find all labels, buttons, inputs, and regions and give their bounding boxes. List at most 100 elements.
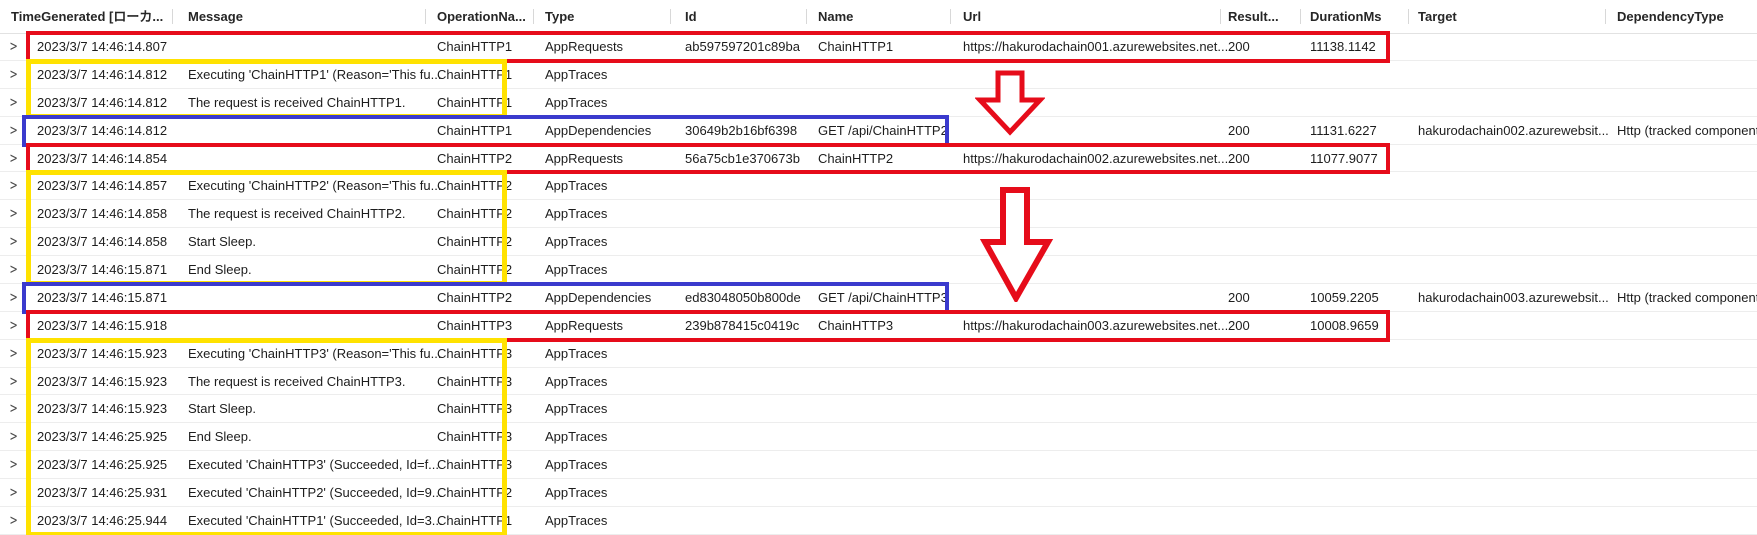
cell-type: AppTraces bbox=[545, 228, 607, 256]
expand-chevron-icon[interactable]: > bbox=[10, 503, 17, 535]
cell-name: GET /api/ChainHTTP3 bbox=[818, 284, 948, 312]
cell-operation: ChainHTTP1 bbox=[437, 507, 512, 535]
cell-type: AppTraces bbox=[545, 451, 607, 479]
cell-time: 2023/3/7 14:46:15.918 bbox=[37, 312, 167, 340]
table-row[interactable]: >2023/3/7 14:46:15.871ChainHTTP2AppDepen… bbox=[0, 284, 1757, 312]
table-row[interactable]: >2023/3/7 14:46:25.944Executed 'ChainHTT… bbox=[0, 507, 1757, 535]
cell-time: 2023/3/7 14:46:14.858 bbox=[37, 228, 167, 256]
cell-type: AppTraces bbox=[545, 340, 607, 368]
cell-type: AppRequests bbox=[545, 145, 623, 173]
cell-operation: ChainHTTP2 bbox=[437, 145, 512, 173]
cell-operation: ChainHTTP3 bbox=[437, 368, 512, 396]
cell-result: 200 bbox=[1228, 117, 1250, 145]
cell-time: 2023/3/7 14:46:14.807 bbox=[37, 33, 167, 61]
table-row[interactable]: >2023/3/7 14:46:14.857Executing 'ChainHT… bbox=[0, 172, 1757, 200]
column-header-time[interactable]: TimeGenerated [ローカ... bbox=[11, 0, 163, 33]
cell-type: AppRequests bbox=[545, 312, 623, 340]
cell-operation: ChainHTTP2 bbox=[437, 228, 512, 256]
cell-duration: 11077.9077 bbox=[1310, 145, 1378, 173]
column-header-id[interactable]: Id bbox=[685, 0, 697, 33]
cell-time: 2023/3/7 14:46:15.923 bbox=[37, 368, 167, 396]
cell-type: AppTraces bbox=[545, 61, 607, 89]
cell-target: hakurodachain002.azurewebsit... bbox=[1418, 117, 1609, 145]
column-separator bbox=[172, 9, 173, 24]
cell-result: 200 bbox=[1228, 145, 1250, 173]
cell-operation: ChainHTTP2 bbox=[437, 200, 512, 228]
table-row[interactable]: >2023/3/7 14:46:14.812The request is rec… bbox=[0, 89, 1757, 117]
cell-operation: ChainHTTP2 bbox=[437, 256, 512, 284]
column-header-name[interactable]: Name bbox=[818, 0, 853, 33]
cell-type: AppTraces bbox=[545, 200, 607, 228]
cell-type: AppTraces bbox=[545, 172, 607, 200]
column-header-target[interactable]: Target bbox=[1418, 0, 1457, 33]
table-row[interactable]: >2023/3/7 14:46:14.812Executing 'ChainHT… bbox=[0, 61, 1757, 89]
column-separator bbox=[670, 9, 671, 24]
column-header-operation[interactable]: OperationNa... bbox=[437, 0, 526, 33]
cell-message: Start Sleep. bbox=[188, 228, 256, 256]
cell-type: AppTraces bbox=[545, 256, 607, 284]
cell-operation: ChainHTTP3 bbox=[437, 395, 512, 423]
cell-type: AppTraces bbox=[545, 507, 607, 535]
cell-time: 2023/3/7 14:46:15.923 bbox=[37, 395, 167, 423]
cell-type: AppTraces bbox=[545, 89, 607, 117]
cell-url: https://hakurodachain001.azurewebsites.n… bbox=[963, 33, 1228, 61]
cell-time: 2023/3/7 14:46:25.931 bbox=[37, 479, 167, 507]
cell-target: hakurodachain003.azurewebsit... bbox=[1418, 284, 1609, 312]
column-separator bbox=[806, 9, 807, 24]
cell-operation: ChainHTTP2 bbox=[437, 284, 512, 312]
cell-id: 56a75cb1e370673b bbox=[685, 145, 800, 173]
cell-message: The request is received ChainHTTP3. bbox=[188, 368, 405, 396]
cell-name: ChainHTTP2 bbox=[818, 145, 893, 173]
cell-message: The request is received ChainHTTP1. bbox=[188, 89, 405, 117]
cell-message: Executed 'ChainHTTP1' (Succeeded, Id=3..… bbox=[188, 507, 443, 535]
cell-type: AppTraces bbox=[545, 368, 607, 396]
column-header-type[interactable]: Type bbox=[545, 0, 574, 33]
cell-time: 2023/3/7 14:46:14.857 bbox=[37, 172, 167, 200]
cell-result: 200 bbox=[1228, 33, 1250, 61]
table-row[interactable]: >2023/3/7 14:46:15.923Start Sleep.ChainH… bbox=[0, 395, 1757, 423]
table-row[interactable]: >2023/3/7 14:46:14.858The request is rec… bbox=[0, 200, 1757, 228]
column-header-duration[interactable]: DurationMs bbox=[1310, 0, 1382, 33]
cell-type: AppDependencies bbox=[545, 117, 651, 145]
cell-time: 2023/3/7 14:46:25.944 bbox=[37, 507, 167, 535]
cell-duration: 10008.9659 bbox=[1310, 312, 1379, 340]
table-row[interactable]: >2023/3/7 14:46:14.858Start Sleep.ChainH… bbox=[0, 228, 1757, 256]
cell-deptype: Http (tracked component) bbox=[1617, 117, 1757, 145]
cell-name: GET /api/ChainHTTP2 bbox=[818, 117, 948, 145]
cell-duration: 11138.1142 bbox=[1310, 33, 1376, 61]
table-row[interactable]: >2023/3/7 14:46:25.925End Sleep.ChainHTT… bbox=[0, 423, 1757, 451]
table-row[interactable]: >2023/3/7 14:46:25.931Executed 'ChainHTT… bbox=[0, 479, 1757, 507]
table-row[interactable]: >2023/3/7 14:46:14.812ChainHTTP1AppDepen… bbox=[0, 117, 1757, 145]
table-row[interactable]: >2023/3/7 14:46:15.918ChainHTTP3AppReque… bbox=[0, 312, 1757, 340]
table-row[interactable]: >2023/3/7 14:46:15.871End Sleep.ChainHTT… bbox=[0, 256, 1757, 284]
cell-type: AppTraces bbox=[545, 423, 607, 451]
table-row[interactable]: >2023/3/7 14:46:14.807ChainHTTP1AppReque… bbox=[0, 33, 1757, 61]
column-header-deptype[interactable]: DependencyType bbox=[1617, 0, 1724, 33]
cell-operation: ChainHTTP2 bbox=[437, 172, 512, 200]
column-header-result[interactable]: Result... bbox=[1228, 0, 1279, 33]
log-analytics-results-grid: TimeGenerated [ローカ... Message OperationNa.… bbox=[0, 0, 1757, 535]
cell-message: The request is received ChainHTTP2. bbox=[188, 200, 405, 228]
table-row[interactable]: >2023/3/7 14:46:25.925Executed 'ChainHTT… bbox=[0, 451, 1757, 479]
column-header-url[interactable]: Url bbox=[963, 0, 981, 33]
column-header-message[interactable]: Message bbox=[188, 0, 243, 33]
column-separator bbox=[1220, 9, 1221, 24]
cell-time: 2023/3/7 14:46:14.812 bbox=[37, 117, 167, 145]
cell-id: 30649b2b16bf6398 bbox=[685, 117, 797, 145]
table-row[interactable]: >2023/3/7 14:46:14.854ChainHTTP2AppReque… bbox=[0, 145, 1757, 173]
cell-message: Executed 'ChainHTTP2' (Succeeded, Id=9..… bbox=[188, 479, 443, 507]
table-row[interactable]: >2023/3/7 14:46:15.923The request is rec… bbox=[0, 368, 1757, 396]
cell-time: 2023/3/7 14:46:25.925 bbox=[37, 423, 167, 451]
cell-operation: ChainHTTP1 bbox=[437, 117, 512, 145]
cell-duration: 11131.6227 bbox=[1310, 117, 1377, 145]
column-separator bbox=[1408, 9, 1409, 24]
table-row[interactable]: >2023/3/7 14:46:15.923Executing 'ChainHT… bbox=[0, 340, 1757, 368]
cell-name: ChainHTTP3 bbox=[818, 312, 893, 340]
column-separator bbox=[1300, 9, 1301, 24]
cell-time: 2023/3/7 14:46:14.854 bbox=[37, 145, 167, 173]
cell-time: 2023/3/7 14:46:15.871 bbox=[37, 284, 167, 312]
cell-time: 2023/3/7 14:46:15.871 bbox=[37, 256, 167, 284]
cell-operation: ChainHTTP3 bbox=[437, 340, 512, 368]
cell-operation: ChainHTTP2 bbox=[437, 479, 512, 507]
cell-url: https://hakurodachain003.azurewebsites.n… bbox=[963, 312, 1228, 340]
